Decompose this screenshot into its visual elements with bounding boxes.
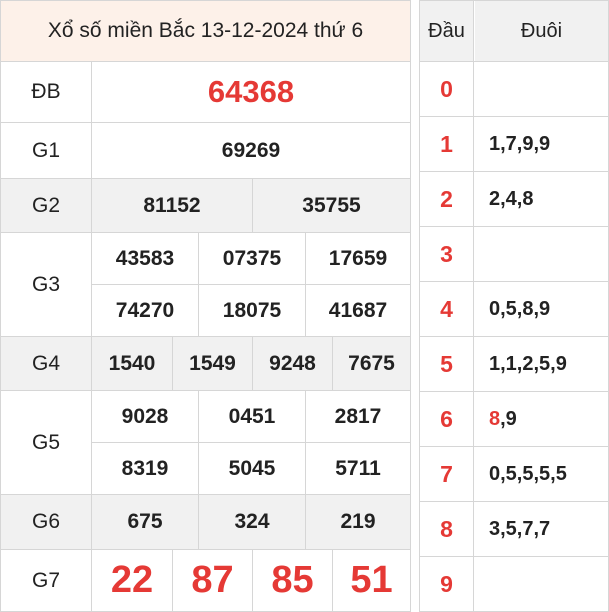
dau-duoi-row: 8 3,5,7,7 <box>420 502 608 557</box>
prize-number: 8319 <box>121 456 169 480</box>
special-prize-number: 64368 <box>207 74 295 109</box>
prize-label-g1: G1 <box>1 123 92 178</box>
dau-digit: 8 <box>420 502 474 556</box>
prize-number: 41687 <box>305 285 410 336</box>
duoi-rest: ,9 <box>500 407 517 430</box>
prize-row-g7: G7 22 87 85 51 <box>1 550 410 611</box>
duoi-rest: 3,5,7,7 <box>489 517 551 540</box>
prize-row-g1: G1 69269 <box>1 123 410 179</box>
prize-number: 5711 <box>305 443 410 494</box>
dau-duoi-row: 5 1,1,2,5,9 <box>420 337 608 392</box>
prize-label-g4: G4 <box>1 337 92 390</box>
prize-number: 1540 <box>108 351 156 375</box>
prize-number: 22 <box>110 559 154 601</box>
prize-label-g3: G3 <box>1 233 92 336</box>
prize-row-db: ĐB 64368 <box>1 62 410 123</box>
duoi-digits: 8,9 <box>489 392 517 446</box>
duoi-rest: 0,5,5,5,5 <box>489 462 567 485</box>
prize-row-g6: G6 675 324 219 <box>1 495 410 550</box>
prize-row-g4: G4 1540 1549 9248 7675 <box>1 337 410 391</box>
prize-number: 9028 <box>121 404 169 428</box>
duoi-digits: 2,4,8 <box>489 172 533 226</box>
results-title: Xổ số miền Bắc 13-12-2024 thứ 6 <box>1 1 410 62</box>
duoi-digits: 0,5,5,5,5 <box>489 447 567 501</box>
dau-duoi-row: 7 0,5,5,5,5 <box>420 447 608 502</box>
duoi-highlight: 8 <box>489 407 501 430</box>
results-table: Xổ số miền Bắc 13-12-2024 thứ 6 ĐB 64368… <box>0 0 411 612</box>
prize-number: 0451 <box>198 391 305 442</box>
prize-number: 35755 <box>252 179 410 232</box>
dau-duoi-row: 6 8,9 <box>420 392 608 447</box>
dau-duoi-row: 0 <box>420 62 608 117</box>
dau-duoi-row: 3 <box>420 227 608 282</box>
dau-digit: 1 <box>420 117 474 171</box>
prize-number: 87 <box>172 550 252 611</box>
prize-label-g7: G7 <box>1 550 92 611</box>
duoi-digits: 0,5,8,9 <box>489 282 550 336</box>
prize-label-g6: G6 <box>1 495 92 549</box>
dau-duoi-row: 9 <box>420 557 608 612</box>
duoi-rest: 2,4,8 <box>489 187 534 210</box>
dau-digit: 3 <box>420 227 474 281</box>
dau-digit: 4 <box>420 282 474 336</box>
dau-duoi-row: 4 0,5,8,9 <box>420 282 608 337</box>
prize-number: 51 <box>332 550 410 611</box>
prize-label-g2: G2 <box>1 179 92 232</box>
duoi-digits: 1,1,2,5,9 <box>489 337 567 391</box>
dau-duoi-row: 1 1,7,9,9 <box>420 117 608 172</box>
duoi-rest: 1,1,2,5,9 <box>489 352 567 375</box>
dau-digit: 6 <box>420 392 474 446</box>
duoi-digits: 3,5,7,7 <box>489 502 550 556</box>
prize-row-g2: G2 81152 35755 <box>1 179 410 233</box>
prize-number: 7675 <box>332 337 410 390</box>
dau-duoi-row: 2 2,4,8 <box>420 172 608 227</box>
prize-label-g5: G5 <box>1 391 92 494</box>
prize-number: 43583 <box>115 246 175 270</box>
dau-digit: 7 <box>420 447 474 501</box>
prize-number: 74270 <box>115 298 175 322</box>
dau-digit: 0 <box>420 62 474 116</box>
dau-header: Đầu <box>420 1 474 61</box>
prize-number: 5045 <box>198 443 305 494</box>
dau-digit: 5 <box>420 337 474 391</box>
dau-digit: 9 <box>420 557 474 611</box>
prize-number: 1549 <box>172 337 252 390</box>
prize-number: 85 <box>252 550 332 611</box>
prize-number: 324 <box>198 495 305 549</box>
dau-duoi-table: Đầu Đuôi 0 1 1,7,9,9 2 2,4,8 3 4 0,5,8,9… <box>419 0 609 612</box>
prize-number: 81152 <box>143 193 201 217</box>
prize-number: 17659 <box>305 233 410 284</box>
prize-number: 69269 <box>221 138 281 162</box>
duoi-rest: 0,5,8,9 <box>489 297 551 320</box>
prize-number: 9248 <box>252 337 332 390</box>
prize-row-g5: G5 9028 0451 2817 8319 5045 5711 <box>1 391 410 495</box>
dau-digit: 2 <box>420 172 474 226</box>
prize-row-g3: G3 43583 07375 17659 74270 18075 41687 <box>1 233 410 337</box>
duoi-header: Đuôi <box>475 1 608 61</box>
duoi-digits: 1,7,9,9 <box>489 117 550 171</box>
prize-number: 07375 <box>198 233 305 284</box>
prize-number: 219 <box>305 495 410 549</box>
prize-number: 18075 <box>198 285 305 336</box>
duoi-rest: 1,7,9,9 <box>489 132 551 155</box>
prize-number: 2817 <box>305 391 410 442</box>
prize-label-db: ĐB <box>1 62 92 122</box>
prize-number: 675 <box>127 510 163 533</box>
dau-duoi-header: Đầu Đuôi <box>420 1 608 62</box>
